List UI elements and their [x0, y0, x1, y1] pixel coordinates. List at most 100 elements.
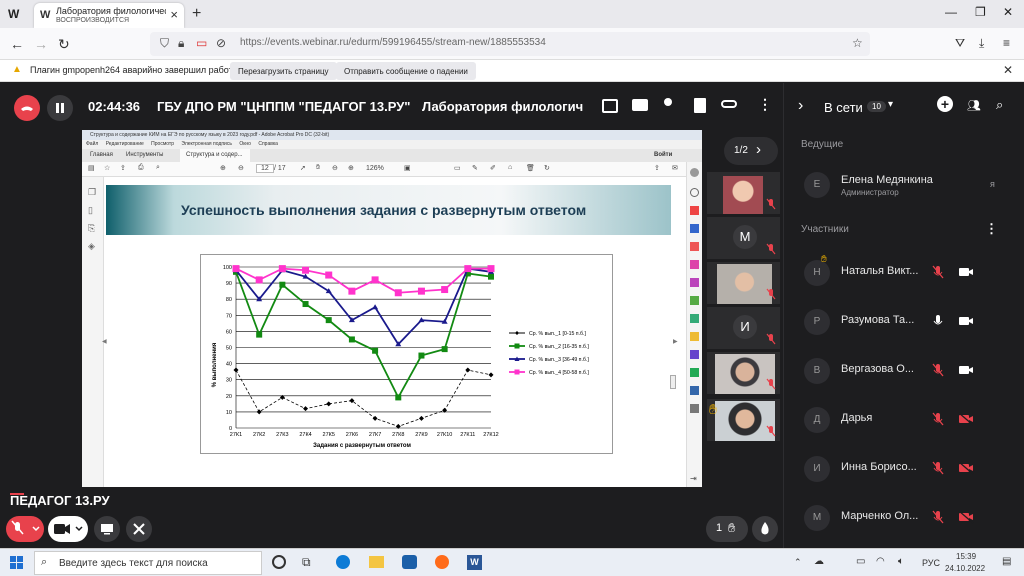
share-icon[interactable]: ⇪ [654, 164, 660, 172]
onedrive-icon[interactable]: ☁︎ [814, 556, 824, 567]
print-icon[interactable]: ⎙ [138, 164, 144, 172]
link-icon[interactable] [721, 100, 737, 108]
participants-more-icon[interactable]: ⋮ [985, 221, 998, 237]
hand-tool-icon[interactable]: ✋︎ [316, 164, 320, 172]
menu-edit[interactable]: Редактирование [106, 141, 144, 147]
clock-date[interactable]: 24.10.2022 [945, 564, 985, 573]
search-icon[interactable]: ⌕ [156, 164, 160, 172]
menu-window[interactable]: Окно [239, 141, 251, 147]
settings-button[interactable] [126, 516, 152, 542]
task-view-icon[interactable]: ⧉ [302, 555, 311, 570]
reactions-button[interactable] [752, 516, 778, 542]
wifi-icon[interactable]: ◠ [876, 556, 885, 567]
menu-help[interactable]: Справка [258, 141, 278, 147]
end-call-button[interactable] [14, 95, 40, 121]
protect-icon[interactable] [690, 386, 699, 395]
participant-row[interactable]: Р Разумова Та... [784, 302, 1024, 342]
email-icon[interactable]: ✉︎ [672, 164, 678, 172]
file-explorer-icon[interactable] [369, 556, 384, 568]
user-icon[interactable] [664, 98, 672, 106]
lock-icon[interactable]: 🔒︎ [178, 36, 184, 51]
comment-tool-icon[interactable] [690, 260, 699, 269]
volume-icon[interactable]: 🔈︎ [898, 556, 904, 567]
page-down-icon[interactable]: ⊖ [238, 164, 244, 172]
scan-icon[interactable] [690, 368, 699, 377]
new-tab-button[interactable]: + [192, 5, 201, 23]
pocket-icon[interactable]: ⛛ [955, 36, 965, 51]
page-number-input[interactable]: 12 [256, 164, 274, 173]
tasks-icon[interactable] [602, 99, 618, 113]
upload-icon[interactable]: ⇪ [120, 164, 126, 172]
scrollbar-thumb[interactable] [670, 375, 676, 389]
layers-icon[interactable]: ◈ [88, 241, 95, 252]
participant-row[interactable]: Н Наталья Викт... ✋︎ [784, 253, 1024, 293]
rotate-icon[interactable]: ↻ [544, 164, 550, 172]
pause-button[interactable] [47, 95, 73, 121]
close-notification-icon[interactable]: ✕ [1003, 63, 1013, 77]
pages-icon[interactable]: ❐ [88, 187, 96, 198]
next-slide-icon[interactable]: › [756, 141, 761, 158]
bookmark-star-icon[interactable]: ☆ [852, 36, 863, 50]
video-thumb[interactable]: М [707, 217, 780, 259]
collapse-left-icon[interactable]: ◀ [102, 338, 107, 345]
mic-off-icon[interactable] [932, 265, 944, 279]
browser-tab[interactable]: W Лаборатория филологическо ВОСПРОИЗВОДИ… [34, 3, 184, 28]
raise-hand-button[interactable]: 1 ✋︎ [706, 516, 748, 542]
downloads-icon[interactable]: ⤓ [979, 36, 984, 51]
send-icon[interactable] [690, 350, 699, 359]
zoom-level[interactable]: 126% [366, 165, 384, 172]
collapse-right-icon[interactable]: ▶ [673, 338, 678, 345]
create-pdf-icon[interactable] [690, 224, 699, 233]
pen-icon[interactable]: ✎ [472, 164, 478, 172]
forward-icon[interactable]: → [34, 36, 48, 52]
windows-start-icon[interactable] [10, 556, 24, 570]
expand-icon[interactable]: ⇥ [690, 474, 697, 483]
menu-icon[interactable]: ≡ [1003, 36, 1010, 50]
fit-page-icon[interactable]: ▣ [404, 164, 411, 172]
online-dropdown-icon[interactable]: ▾ [888, 99, 893, 110]
add-participant-icon[interactable]: + [937, 96, 953, 112]
back-icon[interactable]: ← [10, 36, 24, 52]
host-row[interactable]: Е Елена Медянкина Администратор я [784, 165, 1024, 205]
zoom-out-icon[interactable]: ⊖ [332, 164, 338, 172]
mic-off-icon[interactable] [932, 461, 944, 475]
select-tool-icon[interactable]: ➚ [300, 164, 306, 172]
camera-permission-icon[interactable]: ▭ [196, 36, 207, 50]
compress-icon[interactable] [690, 314, 699, 323]
participant-row[interactable]: Д Дарья [784, 400, 1024, 440]
word-icon[interactable]: W [467, 555, 482, 570]
url-bar[interactable]: ⛉ 🔒︎ ▭ ⊘ https://events.webinar.ru/edurm… [150, 32, 870, 56]
camera-off-icon[interactable] [958, 412, 974, 426]
screen-share-button[interactable] [94, 516, 120, 542]
language-indicator[interactable]: РУС [922, 558, 940, 568]
stamp-icon[interactable]: ⌂ [508, 164, 512, 171]
document-icon[interactable] [694, 98, 706, 113]
video-thumb[interactable] [707, 172, 780, 214]
organize-icon[interactable] [690, 296, 699, 305]
attachment-icon[interactable]: ⎘ [88, 223, 95, 234]
zoom-tool-icon[interactable] [690, 188, 699, 197]
tab-home[interactable]: Главная [90, 152, 113, 158]
restart-page-button[interactable]: Перезагрузить страницу [230, 62, 337, 80]
minimize-icon[interactable]: — [945, 5, 957, 19]
account-icon[interactable] [690, 168, 699, 177]
participant-row[interactable]: М Марченко Ол... [784, 498, 1024, 538]
video-thumb[interactable]: И [707, 307, 780, 349]
search-participants-icon[interactable]: ⌕ [996, 97, 1003, 113]
mic-off-icon[interactable] [932, 412, 944, 426]
save-icon[interactable]: ▤ [88, 164, 95, 172]
fill-sign-icon[interactable] [690, 332, 699, 341]
network-icon[interactable]: ▭ [856, 556, 865, 567]
highlight-icon[interactable]: ✐ [490, 164, 496, 172]
cortana-icon[interactable] [272, 555, 286, 569]
more-tools-icon[interactable] [690, 404, 699, 413]
restore-icon[interactable]: ❐ [975, 5, 986, 19]
shield-icon[interactable]: ⛉ [160, 36, 169, 51]
participant-row[interactable]: В Вергазова О... [784, 351, 1024, 391]
combine-icon[interactable] [690, 278, 699, 287]
export-pdf-icon[interactable] [690, 206, 699, 215]
reload-icon[interactable]: ↻ [58, 36, 70, 53]
camera-off-icon[interactable] [958, 510, 974, 524]
delete-icon[interactable]: 🗑︎ [526, 164, 535, 172]
page-up-icon[interactable]: ⊕ [220, 164, 226, 172]
